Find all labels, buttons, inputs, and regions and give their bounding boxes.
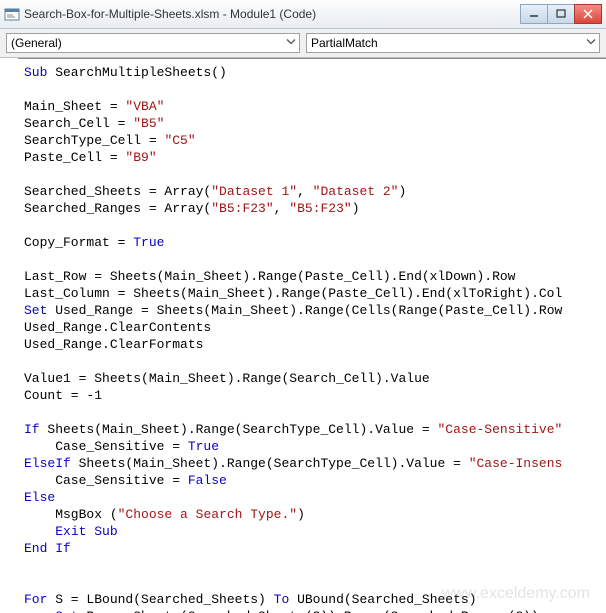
module-icon — [4, 6, 20, 22]
code-pane[interactable]: Sub SearchMultipleSheets() Main_Sheet = … — [0, 58, 606, 613]
minimize-button[interactable] — [520, 4, 548, 24]
maximize-button[interactable] — [547, 4, 575, 24]
dropdown-bar: (General) PartialMatch — [0, 29, 606, 58]
window-title: Search-Box-for-Multiple-Sheets.xlsm - Mo… — [24, 7, 521, 21]
close-button[interactable] — [574, 4, 602, 24]
chevron-down-icon — [285, 36, 297, 51]
object-dropdown[interactable]: (General) — [6, 33, 300, 53]
procedure-dropdown[interactable]: PartialMatch — [306, 33, 600, 53]
object-dropdown-value: (General) — [11, 36, 62, 50]
window-controls — [521, 4, 602, 24]
vba-editor-window: Search-Box-for-Multiple-Sheets.xlsm - Mo… — [0, 0, 606, 613]
code-editor[interactable]: Sub SearchMultipleSheets() Main_Sheet = … — [0, 60, 606, 613]
top-rule — [18, 58, 606, 59]
titlebar[interactable]: Search-Box-for-Multiple-Sheets.xlsm - Mo… — [0, 0, 606, 29]
chevron-down-icon — [585, 36, 597, 51]
procedure-dropdown-value: PartialMatch — [311, 36, 378, 50]
